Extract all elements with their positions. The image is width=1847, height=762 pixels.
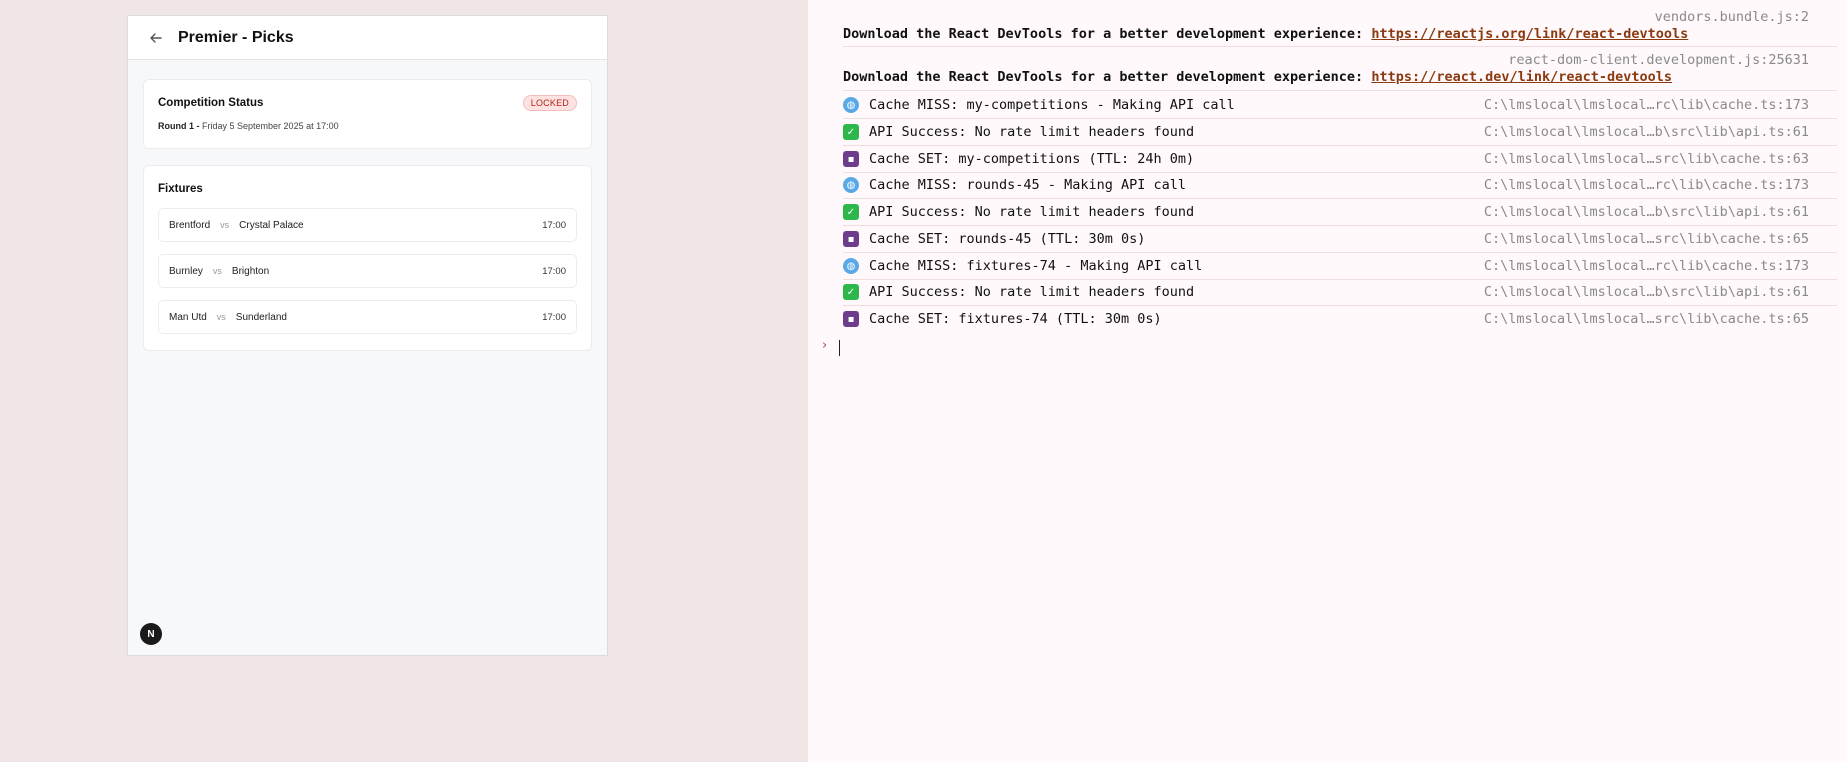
kickoff-time: 17:00 (542, 219, 566, 231)
log-text: Cache MISS: fixtures-74 - Making API cal… (869, 258, 1203, 274)
app-frame: Premier - Picks Competition Status LOCKE… (127, 15, 608, 656)
console-prompt-icon: › (822, 338, 828, 353)
fixture-row[interactable]: Brentford vs Crystal Palace 17:00 (158, 208, 577, 242)
page-title: Premier - Picks (178, 28, 294, 46)
console-source-link[interactable]: vendors.bundle.js:2 (1655, 9, 1809, 25)
console-log-row: ✓ API Success: No rate limit headers fou… (843, 201, 1835, 223)
console-log-row: ◍ Cache MISS: rounds-45 - Making API cal… (843, 174, 1835, 196)
globe-icon: ◍ (843, 258, 859, 274)
check-icon: ✓ (843, 124, 859, 140)
log-source-link[interactable]: C:\lmslocal\lmslocal…b\src\lib\api.ts:61 (1484, 204, 1835, 220)
divider (843, 90, 1837, 91)
log-text: API Success: No rate limit headers found (869, 124, 1195, 140)
floppy-disk-icon: ▪ (843, 311, 859, 327)
log-source-link[interactable]: C:\lmslocal\lmslocal…b\src\lib\api.ts:61 (1484, 124, 1835, 140)
away-team: Brighton (231, 265, 270, 277)
vs-label: vs (212, 266, 222, 276)
console-message: Download the React DevTools for a better… (843, 69, 1835, 85)
globe-icon: ◍ (843, 177, 859, 193)
log-text: Cache SET: rounds-45 (TTL: 30m 0s) (869, 231, 1146, 247)
log-text: API Success: No rate limit headers found (869, 284, 1195, 300)
round-label: Round 1 - (158, 121, 200, 131)
log-source-link[interactable]: C:\lmslocal\lmslocal…b\src\lib\api.ts:61 (1484, 284, 1835, 300)
kickoff-time: 17:00 (542, 311, 566, 323)
check-icon: ✓ (843, 204, 859, 220)
app-header: Premier - Picks (128, 16, 607, 60)
console-log-row: ▪ Cache SET: fixtures-74 (TTL: 30m 0s) C… (843, 308, 1835, 330)
fixtures-card: Fixtures Brentford vs Crystal Palace 17:… (143, 165, 592, 351)
nextjs-dev-indicator[interactable]: N (140, 623, 162, 645)
console-log-row: ◍ Cache MISS: my-competitions - Making A… (843, 94, 1835, 116)
home-team: Man Utd (169, 311, 207, 323)
home-team: Brentford (169, 219, 211, 231)
globe-icon: ◍ (843, 97, 859, 113)
divider (843, 198, 1837, 199)
devtools-link[interactable]: https://reactjs.org/link/react-devtools (1371, 26, 1688, 42)
app-viewport: Premier - Picks Competition Status LOCKE… (0, 0, 808, 762)
devtools-link[interactable]: https://react.dev/link/react-devtools (1371, 69, 1672, 85)
status-card-title: Competition Status (158, 97, 264, 109)
away-team: Crystal Palace (239, 219, 304, 231)
round-date: Friday 5 September 2025 at 17:00 (202, 121, 339, 131)
log-source-link[interactable]: C:\lmslocal\lmslocal…rc\lib\cache.ts:173 (1484, 177, 1835, 193)
divider (843, 145, 1837, 146)
round-info: Round 1 - Friday 5 September 2025 at 17:… (158, 121, 339, 131)
console-log-row: ▪ Cache SET: rounds-45 (TTL: 30m 0s) C:\… (843, 228, 1835, 250)
console-message-text: Download the React DevTools for a better… (843, 26, 1372, 42)
log-text: API Success: No rate limit headers found (869, 204, 1195, 220)
floppy-disk-icon: ▪ (843, 231, 859, 247)
floppy-disk-icon: ▪ (843, 151, 859, 167)
fixture-row[interactable]: Man Utd vs Sunderland 17:00 (158, 300, 577, 334)
log-source-link[interactable]: C:\lmslocal\lmslocal…src\lib\cache.ts:65 (1484, 311, 1835, 327)
log-text: Cache SET: my-competitions (TTL: 24h 0m) (869, 151, 1195, 167)
kickoff-time: 17:00 (542, 265, 566, 277)
log-text: Cache SET: fixtures-74 (TTL: 30m 0s) (869, 311, 1162, 327)
fixtures-title: Fixtures (158, 183, 203, 195)
console-message-text: Download the React DevTools for a better… (843, 69, 1372, 85)
vs-label: vs (216, 312, 226, 322)
divider (843, 252, 1837, 253)
log-text: Cache MISS: my-competitions - Making API… (869, 97, 1235, 113)
console-log-row: ◍ Cache MISS: fixtures-74 - Making API c… (843, 255, 1835, 277)
log-source-link[interactable]: C:\lmslocal\lmslocal…src\lib\cache.ts:63 (1484, 151, 1835, 167)
console-message: Download the React DevTools for a better… (843, 26, 1835, 42)
divider (843, 172, 1837, 173)
check-icon: ✓ (843, 284, 859, 300)
arrow-left-icon (150, 32, 162, 43)
console-source-link[interactable]: react-dom-client.development.js:25631 (1508, 52, 1809, 68)
log-source-link[interactable]: C:\lmslocal\lmslocal…src\lib\cache.ts:65 (1484, 231, 1835, 247)
log-text: Cache MISS: rounds-45 - Making API call (869, 177, 1186, 193)
vs-label: vs (220, 220, 230, 230)
divider (843, 118, 1837, 119)
divider (843, 305, 1837, 306)
divider (843, 279, 1837, 280)
back-button[interactable] (146, 28, 166, 48)
away-team: Sunderland (235, 311, 287, 323)
home-team: Burnley (169, 265, 203, 277)
console-log-row: ✓ API Success: No rate limit headers fou… (843, 281, 1835, 303)
divider (843, 225, 1837, 226)
status-badge: LOCKED (522, 95, 577, 111)
divider (843, 46, 1837, 47)
console-input[interactable] (839, 340, 840, 356)
competition-status-card: Competition Status LOCKED Round 1 - Frid… (143, 79, 592, 149)
fixture-row[interactable]: Burnley vs Brighton 17:00 (158, 254, 577, 288)
console-log-row: ✓ API Success: No rate limit headers fou… (843, 121, 1835, 143)
console-log-row: ▪ Cache SET: my-competitions (TTL: 24h 0… (843, 148, 1835, 170)
log-source-link[interactable]: C:\lmslocal\lmslocal…rc\lib\cache.ts:173 (1484, 258, 1835, 274)
devtools-console: vendors.bundle.js:2 Download the React D… (808, 0, 1847, 762)
log-source-link[interactable]: C:\lmslocal\lmslocal…rc\lib\cache.ts:173 (1484, 97, 1835, 113)
